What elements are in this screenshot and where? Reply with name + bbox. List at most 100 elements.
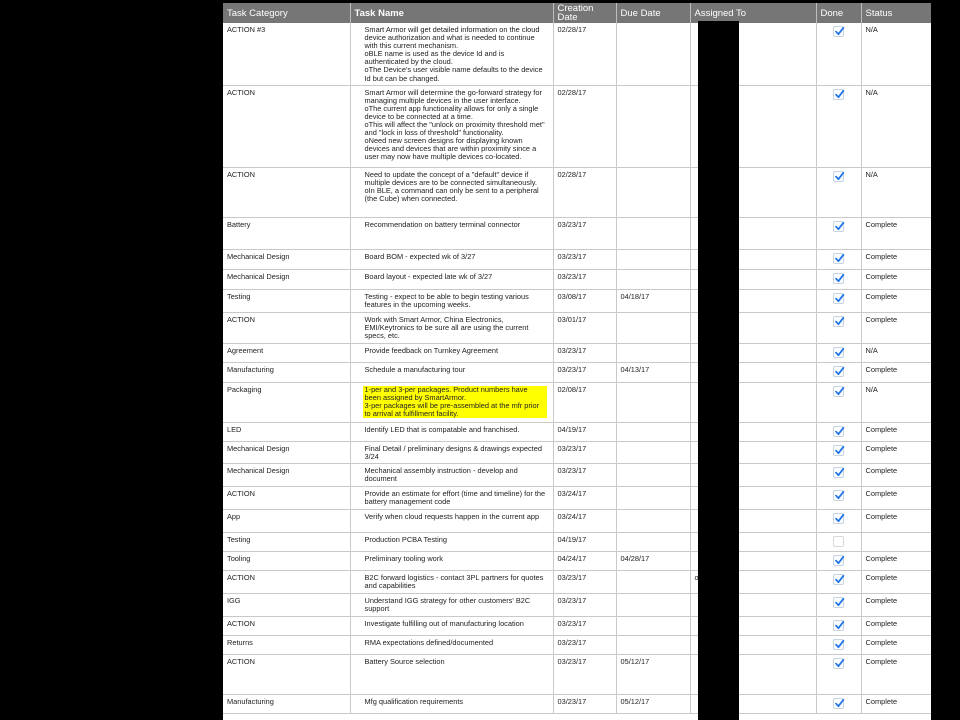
table-row[interactable]: ACTION #3 Smart Armor will get detailed i… [223,23,931,86]
checkbox-checked-icon[interactable] [833,385,845,397]
header-due-date[interactable]: Due Date [616,3,691,23]
cell-status: Complete [861,217,931,250]
checkbox-checked-icon[interactable] [833,697,845,709]
cell-due-date [616,269,691,290]
cell-task-category: Testing [223,532,351,552]
header-status[interactable]: Status [861,3,931,23]
cell-due-date: 04/28/17 [616,551,691,571]
checkbox-checked-icon[interactable] [833,573,845,585]
checkbox-checked-icon[interactable] [833,272,845,284]
table-row[interactable]: ACTION B2C forward logistics - contact 3P… [223,570,931,594]
cell-task-name: Smart Armor will determine the go-forwar… [350,85,554,168]
table-row[interactable]: ACTION Work with Smart Armor, China Elect… [223,312,931,344]
cell-done [816,362,862,383]
checkbox-checked-icon[interactable] [833,26,845,37]
checkbox-checked-icon[interactable] [833,220,845,232]
table-row[interactable]: ACTION Battery Source selection 03/23/17 05… [223,654,931,695]
table-row[interactable]: ACTION Need to update the concept of a "d… [223,167,931,218]
checkbox-checked-icon[interactable] [833,554,845,566]
cell-creation-date: 03/23/17 [553,441,617,464]
cell-due-date [616,441,691,464]
highlighted-task-text: 1-per and 3-per packages. Product number… [362,385,547,418]
cell-creation-date: 02/08/17 [553,382,617,423]
header-done[interactable]: Done [816,3,862,23]
cell-done [816,616,862,636]
header-task-category[interactable]: Task Category [223,3,351,23]
table-row[interactable]: Testing Testing - expect to be able to be… [223,289,931,313]
cell-task-category: ACTION #3 [223,23,351,86]
cell-creation-date: 03/23/17 [553,593,617,617]
header-assigned-to[interactable]: Assigned To [690,3,817,23]
cell-task-name: Identify LED that is compatable and fran… [350,422,554,442]
checkbox-checked-icon[interactable] [833,346,845,358]
table-row[interactable]: Battery Recommendation on battery termina… [223,217,931,250]
cell-status: Complete [861,463,931,487]
cell-creation-date: 02/28/17 [553,85,617,168]
cell-due-date: 05/12/17 [616,694,691,714]
checkbox-checked-icon[interactable] [833,365,845,377]
header-task-name[interactable]: Task Name [350,3,554,23]
cell-task-category: ACTION [223,85,351,168]
checkbox-checked-icon[interactable] [833,489,845,501]
table-row[interactable]: Mechanical Design Board BOM - expected wk… [223,249,931,270]
table-row[interactable]: Agreement Provide feedback on Turnkey Agr… [223,343,931,363]
cell-done [816,217,862,250]
checkbox-checked-icon[interactable] [833,292,845,304]
cell-task-category: ACTION [223,486,351,510]
checkbox-checked-icon[interactable] [833,619,845,631]
table-row[interactable]: ACTION Provide an estimate for effort (ti… [223,486,931,510]
checkbox-checked-icon[interactable] [833,512,845,524]
cell-status: Complete [861,593,931,617]
cell-task-name: Final Detail / preliminary designs & dra… [350,441,554,464]
checkbox-checked-icon[interactable] [833,657,845,669]
cell-status: Complete [861,551,931,571]
table-row[interactable]: IGG Understand IGG strategy for other cus… [223,593,931,617]
table-row[interactable]: ACTION Investigate fulfilling out of manu… [223,616,931,636]
checkbox-checked-icon[interactable] [833,170,845,182]
header-creation-date[interactable]: Creation Date [553,3,617,23]
table-row[interactable]: Returns RMA expectations defined/document… [223,635,931,655]
checkbox-checked-icon[interactable] [833,252,845,264]
checkbox-checked-icon[interactable] [833,425,845,437]
cell-creation-date: 03/23/17 [553,343,617,363]
checkbox-empty-icon[interactable] [833,535,844,547]
checkbox-checked-icon[interactable] [833,638,845,650]
table-row[interactable]: LED Identify LED that is compatable and f… [223,422,931,442]
table-row[interactable]: Mechanical Design Mechanical assembly ins… [223,463,931,487]
checkbox-checked-icon[interactable] [833,444,845,456]
cell-task-name: Work with Smart Armor, China Electronics… [350,312,554,344]
checkbox-checked-icon[interactable] [833,88,845,100]
cell-task-category: Returns [223,635,351,655]
table-row[interactable]: Mechanical Design Board layout - expected… [223,269,931,290]
cell-task-category: Mechanical Design [223,269,351,290]
cell-task-category: Mechanical Design [223,441,351,464]
cell-due-date [616,85,691,168]
table-row[interactable]: App Verify when cloud requests happen in … [223,509,931,533]
table-row[interactable]: Manufacturing Mfg qualification requireme… [223,694,931,714]
table-row[interactable]: Tooling Preliminary tooling work 04/24/17 0… [223,551,931,571]
cell-task-name: Production PCBA Testing [350,532,554,552]
cell-creation-date: 03/24/17 [553,486,617,510]
cell-task-name: Mechanical assembly instruction - develo… [350,463,554,487]
cell-task-category: Manufacturing [223,362,351,383]
cell-task-category: Mechanical Design [223,249,351,270]
table-row[interactable]: Packaging 1-per and 3-per packages. Produ… [223,382,931,423]
table-row[interactable]: Testing Production PCBA Testing 04/19/17 [223,532,931,552]
cell-task-category: ACTION [223,312,351,344]
cell-status: Complete [861,635,931,655]
cell-task-category: Agreement [223,343,351,363]
table-row[interactable]: Mechanical Design Final Detail / prelimin… [223,441,931,464]
cell-status: Complete [861,509,931,533]
cell-task-category: ACTION [223,654,351,695]
cell-creation-date: 03/23/17 [553,635,617,655]
cell-done [816,269,862,290]
checkbox-checked-icon[interactable] [833,596,845,608]
cell-task-name: Provide feedback on Turnkey Agreement [350,343,554,363]
table-row[interactable]: ACTION Smart Armor will determine the go-… [223,85,931,168]
cell-done [816,551,862,571]
table-row[interactable]: Manufacturing Schedule a manufacturing to… [223,362,931,383]
checkbox-checked-icon[interactable] [833,466,845,478]
cell-creation-date: 03/08/17 [553,289,617,313]
checkbox-checked-icon[interactable] [833,315,845,327]
cell-creation-date: 03/23/17 [553,362,617,383]
